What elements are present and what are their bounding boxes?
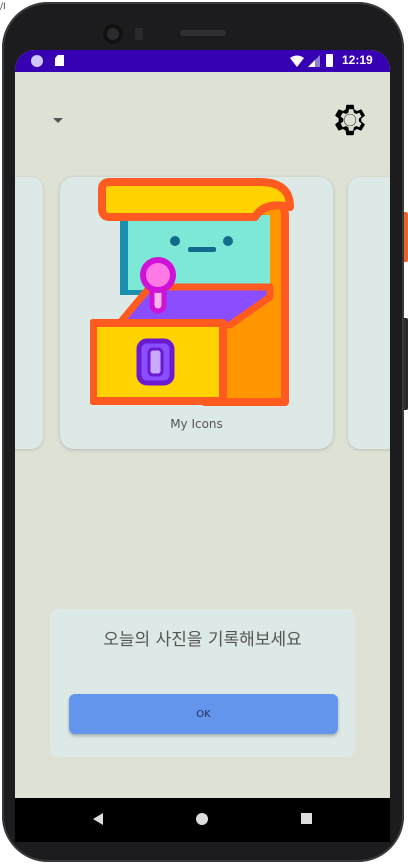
- wifi-icon: [290, 55, 304, 67]
- sd-card-icon: [55, 55, 64, 66]
- carousel-card-prev[interactable]: [15, 177, 43, 449]
- navigation-bar: [15, 798, 390, 842]
- back-icon[interactable]: [93, 813, 103, 825]
- earpiece-speaker: [180, 30, 226, 36]
- carousel-card-my-icons[interactable]: My Icons: [60, 177, 333, 449]
- prompt-card: 오늘의 사진을 기록해보세요 OK: [50, 609, 355, 757]
- signal-icon: [308, 55, 320, 67]
- card-label: My Icons: [170, 417, 223, 431]
- front-camera: [103, 24, 123, 44]
- arcade-machine-icon: [90, 178, 294, 406]
- ok-button[interactable]: OK: [69, 694, 338, 734]
- home-icon[interactable]: [196, 813, 208, 825]
- carousel-card-next[interactable]: [348, 177, 390, 449]
- app-screen: 12:19 My Icons 오늘의 사진을 기록해보세요 OK: [15, 50, 390, 798]
- top-left-fragment: /I: [0, 2, 6, 12]
- status-bar: 12:19: [15, 50, 390, 72]
- dropdown-arrow-icon[interactable]: [53, 118, 63, 123]
- power-button[interactable]: [404, 212, 408, 262]
- notification-icon: [31, 55, 43, 67]
- volume-button[interactable]: [404, 318, 408, 410]
- gear-icon[interactable]: [331, 101, 369, 139]
- recent-apps-icon[interactable]: [301, 813, 312, 824]
- status-time: 12:19: [342, 53, 373, 67]
- sensor: [135, 28, 143, 40]
- prompt-title: 오늘의 사진을 기록해보세요: [103, 630, 302, 650]
- battery-icon: [326, 54, 333, 67]
